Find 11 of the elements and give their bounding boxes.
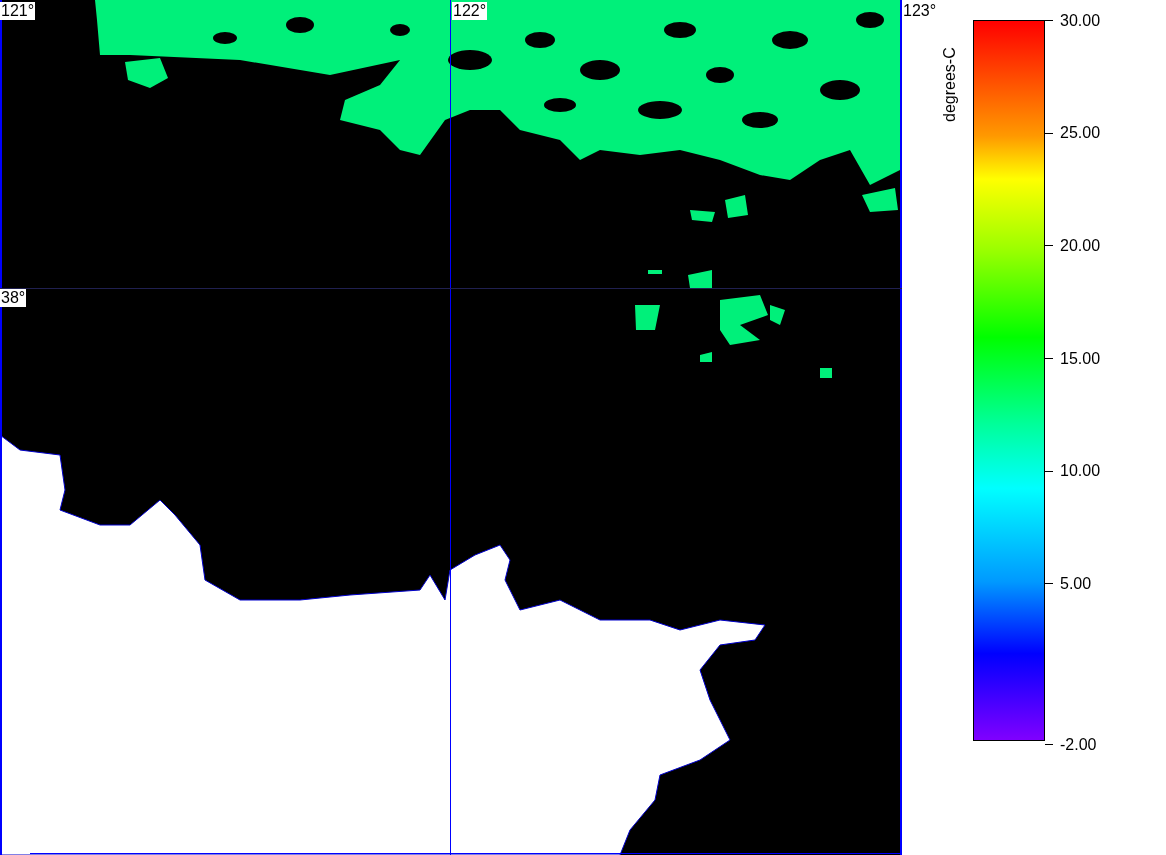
scale-tick-label: 20.00 [1060,236,1101,255]
scale-tick-label: 30.00 [1060,11,1101,30]
longitude-label: 121° [0,2,36,20]
scale-tick-label: 25.00 [1060,124,1101,143]
scale-tick-label: 10.00 [1060,462,1101,481]
latitude-label: 38° [0,289,27,307]
scale-tick-label: 15.00 [1060,349,1101,368]
scale-tick-label: -2.00 [1060,735,1097,754]
scale-tick-label: 5.00 [1060,574,1092,593]
longitude-label: 122° [452,2,488,20]
unit-label: degrees-C [940,47,959,122]
